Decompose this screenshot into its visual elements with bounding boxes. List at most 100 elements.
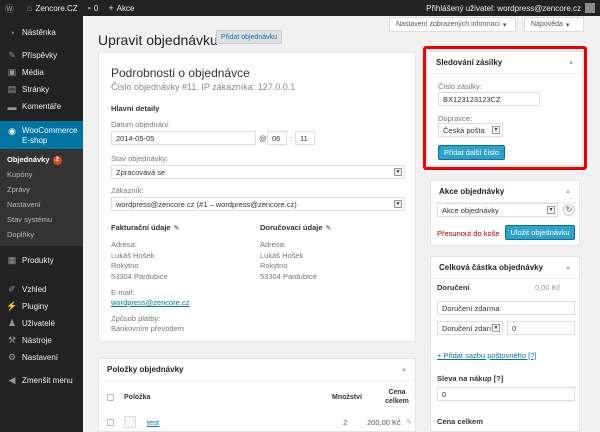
edit-shipping-pencil-icon[interactable]: ✎ [326,225,332,232]
discount-label: Sleva na nákup [?] [437,374,504,383]
avatar [585,3,595,13]
sidebar-item-posts[interactable]: ✎ Příspěvky [0,47,83,64]
sidebar-item-woocommerce[interactable]: ◉ WooCommerce E-shop [0,121,83,149]
chevron-down-icon: ▼ [492,324,500,332]
customer-select[interactable]: wordpress@zencore.cz (#1 – wordpress@zen… [111,197,405,211]
order-status-select[interactable]: Zpracovává se ▼ [111,165,405,179]
shipping-total-label: Doručení [437,283,470,292]
wordpress-icon: Ⓦ [5,3,15,14]
order-actions-header[interactable]: Akce objednávky ▲ [431,181,579,203]
orders-count-badge: 2 [52,155,62,165]
sidebar-item-plugins[interactable]: ⚡ Pluginy [0,298,83,315]
date-label: Datum objednání: [111,120,171,129]
submenu-item-orders[interactable]: Objednávky 2 [0,152,83,167]
item-total: 200,00 Kč [367,418,401,427]
select-all-checkbox[interactable] [107,394,114,401]
sidebar-item-tools[interactable]: ⚒ Nástroje [0,332,83,349]
column-header-quantity: Množství [332,394,362,401]
shipping-name-input[interactable]: Doručení zdarma [437,301,575,315]
billing-street: Rokytno [111,261,139,270]
edit-item-pencil-icon[interactable]: ✎ [406,418,412,426]
shipping-address-label: Adresa: [260,240,286,249]
submenu-item-status[interactable]: Stav systému [0,212,83,227]
add-shipping-cost-link[interactable]: + Přidat sazbu poštovného [?] [437,351,536,360]
chevron-down-icon: ▾ [502,21,507,29]
collapse-arrow-icon[interactable]: ▲ [401,367,407,373]
sidebar-item-products[interactable]: ▦ Produkty [0,252,83,269]
order-totals-header[interactable]: Celková částka objednávky ▲ [431,257,579,279]
billing-email-link[interactable]: wordpress@zencore.cz [111,298,189,307]
wrench-icon: ⚒ [7,335,17,345]
collapse-menu-button[interactable]: ◀ Zmenšit menu [0,372,83,389]
comment-icon: ▬ [7,101,17,112]
order-hour-input[interactable]: 06 [267,131,287,145]
order-details-box: Podrobnosti o objednávce Číslo objednávk… [98,52,416,342]
comments-link[interactable]: ▪ 0 [83,0,104,16]
brush-icon: ✐ [8,284,16,294]
row-checkbox[interactable] [107,419,114,426]
page-icon: ▤ [7,84,17,94]
order-items-box: Položky objednávky ▲ Položka Množství Cen… [98,358,416,432]
order-date-input[interactable]: 2014-05-05 [111,131,256,145]
sidebar-item-comments[interactable]: ▬ Komentáře [0,98,83,115]
order-action-select[interactable]: Akce objednávky ▼ [437,203,558,217]
media-icon: ▣ [7,67,17,77]
plus-icon: + [108,3,114,13]
wordpress-logo-button[interactable]: Ⓦ [0,0,22,16]
column-header-item: Položka [124,394,151,401]
screen-options-button[interactable]: Nastavení zobrazených informací ▾ [389,17,516,32]
item-name-link[interactable]: test [147,418,159,427]
shipping-cost-input[interactable]: 0 [507,321,575,335]
chevron-down-icon: ▾ [565,21,570,29]
help-button[interactable]: Nápověda ▾ [524,17,584,32]
move-to-trash-link[interactable]: Přesunout do koše [437,229,500,238]
order-totals-box: Celková částka objednávky ▲ Doručení 0,00… [430,256,580,432]
highlight-frame [423,46,587,170]
order-subheading: Číslo objednávky #11. IP zákazníka: 127.… [111,82,296,92]
discount-input[interactable]: 0 [437,387,575,401]
order-actions-box: Akce objednávky ▲ Akce objednávky ▼ ↻ Přes… [430,180,580,246]
settings-icon: ⚙ [7,352,17,362]
submenu-item-settings[interactable]: Nastavení [0,197,83,212]
save-order-button[interactable]: Uložit objednávku [505,225,575,240]
sidebar-item-dashboard[interactable]: ◔ Nástěnka [0,24,83,41]
refresh-icon[interactable]: ↻ [563,204,575,216]
collapse-arrow-icon[interactable]: ▲ [565,189,571,195]
sidebar-item-pages[interactable]: ▤ Stránky [0,81,83,98]
submenu-item-reports[interactable]: Zprávy [0,182,83,197]
shipping-city: 53304 Pardubice [260,272,317,281]
shipping-method-select[interactable]: Doručení zdarı ▼ [437,321,503,335]
add-order-button[interactable]: Přidat objednávku [216,30,283,44]
chevron-down-icon: ▼ [547,206,555,214]
admin-sidebar: ◔ Nástěnka ✎ Příspěvky ▣ Média ▤ Stránky ▬ Ko… [0,16,83,432]
products-icon: ▦ [7,255,17,265]
billing-city: 53304 Pardubice [111,272,168,281]
submenu-item-coupons[interactable]: Kupóny [0,167,83,182]
sidebar-item-settings[interactable]: ⚙ Nastavení [0,349,83,366]
new-content-link[interactable]: + Akce [103,0,139,16]
shipping-heading: Doručovací údaje ✎ [260,223,332,232]
billing-email-label: E-mail: [111,288,135,297]
pin-icon: ✎ [8,50,16,60]
order-items-header[interactable]: Položky objednávky ▲ [99,359,415,381]
edit-billing-pencil-icon[interactable]: ✎ [174,225,180,232]
time-colon: : [290,134,293,143]
sidebar-item-appearance[interactable]: ✐ Vzhled [0,281,83,298]
billing-name: Lukáš Hošek [111,251,155,260]
collapse-icon: ◀ [8,375,16,385]
payment-method-label: Způsob platby: [111,314,161,323]
user-account-menu[interactable]: Přihlášený uživatel: wordpress@zencore.c… [426,3,600,13]
order-total-label: Cena celkem [437,417,483,426]
chevron-down-icon: ▼ [394,200,402,208]
comment-icon: ▪ [87,3,91,13]
admin-bar: Ⓦ ⌂ Zencore.CZ ▪ 0 + Akce Přihlášený uživat… [0,0,600,16]
shipping-street: Rokytno [260,261,288,270]
payment-method-value: Bankovním převodem [111,324,184,333]
submenu-item-addons[interactable]: Doplňky [0,227,83,242]
site-name-link[interactable]: ⌂ Zencore.CZ [22,0,83,16]
collapse-arrow-icon[interactable]: ▲ [565,265,571,271]
plugin-icon: ⚡ [6,301,18,311]
sidebar-item-users[interactable]: ♟ Uživatelé [0,315,83,332]
order-minute-input[interactable]: 11 [295,131,315,145]
sidebar-item-media[interactable]: ▣ Média [0,64,83,81]
